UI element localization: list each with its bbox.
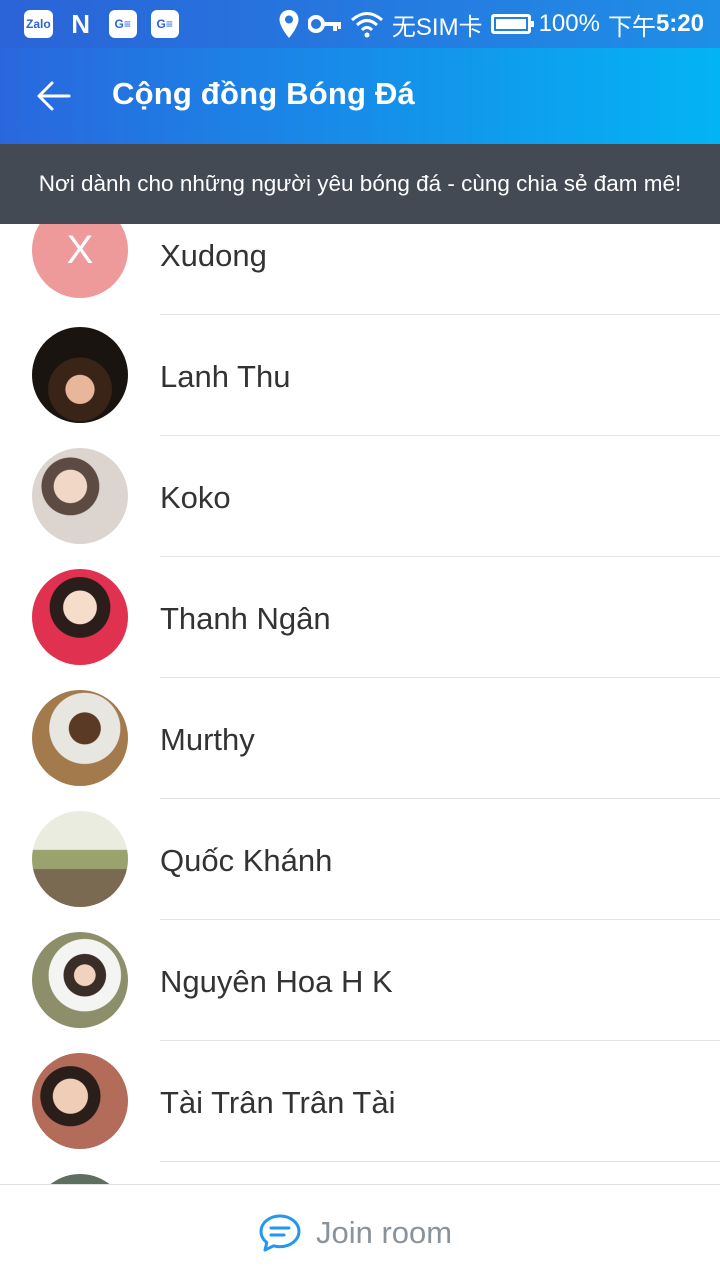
avatar (32, 1174, 128, 1184)
avatar: X (32, 224, 128, 298)
key-icon (307, 15, 341, 33)
avatar (32, 932, 128, 1028)
list-item[interactable]: Thanh Ngân (0, 557, 720, 678)
avatar (32, 448, 128, 544)
arrow-left-icon (37, 81, 71, 111)
wifi-icon (350, 12, 383, 38)
notification-icons: Zalo N G≡ G≡ (24, 8, 179, 39)
member-name: Quốc Khánh (160, 843, 333, 878)
avatar (32, 327, 128, 423)
list-item[interactable]: Quốc Khánh (0, 799, 720, 920)
member-name: Lanh Thu (160, 359, 291, 394)
avatar-initial: X (66, 227, 94, 272)
zalo-icon: Zalo (24, 10, 53, 38)
room-description: Nơi dành cho những người yêu bóng đá - c… (0, 144, 720, 224)
app-bar: Cộng đồng Bóng Đá (0, 48, 720, 144)
avatar (32, 1053, 128, 1149)
room-description-text: Nơi dành cho những người yêu bóng đá - c… (38, 171, 682, 196)
google-news-icon: G≡ (108, 10, 137, 38)
list-item[interactable]: Nguyên Hoa H K (0, 920, 720, 1041)
member-name: Xudong (160, 238, 267, 273)
list-item[interactable]: Murthy (0, 678, 720, 799)
list-item[interactable]: Tài Trân Trân Tài (0, 1041, 720, 1162)
battery-icon (490, 14, 534, 34)
list-item[interactable]: Koko (0, 436, 720, 557)
member-name: Tài Trân Trân Tài (160, 1085, 396, 1120)
sim-status: 无SIM卡 (391, 13, 483, 41)
member-list[interactable]: X Xudong Lanh Thu Koko Thanh Ngân Murthy… (0, 224, 720, 1184)
avatar (32, 690, 128, 786)
status-bar: Zalo N G≡ G≡ 无SIM卡 100% 下午 5:20 (0, 0, 720, 48)
list-item[interactable] (0, 1162, 720, 1184)
google-news-icon-2: G≡ (150, 10, 179, 38)
n-app-icon: N (71, 8, 91, 39)
clock: 5:20 (655, 10, 704, 37)
member-name: Nguyên Hoa H K (160, 964, 393, 999)
back-button[interactable] (26, 72, 82, 120)
location-icon (279, 10, 299, 38)
page-title: Cộng đồng Bóng Đá (112, 76, 416, 111)
battery-percent: 100% (538, 10, 600, 37)
join-room-button[interactable]: Join room (258, 1207, 452, 1259)
chat-bubble-icon (259, 1214, 301, 1252)
member-name: Murthy (160, 722, 255, 757)
bottom-bar: Join room (0, 1184, 720, 1281)
list-item[interactable]: X Xudong (0, 224, 720, 315)
list-item[interactable]: Lanh Thu (0, 315, 720, 436)
system-status: 无SIM卡 100% 下午 5:20 (278, 6, 704, 42)
member-name: Koko (160, 480, 231, 515)
member-name: Thanh Ngân (160, 601, 331, 636)
time-prefix: 下午 (607, 13, 656, 41)
avatar (32, 569, 128, 665)
join-room-label: Join room (316, 1215, 453, 1250)
avatar (32, 811, 128, 907)
